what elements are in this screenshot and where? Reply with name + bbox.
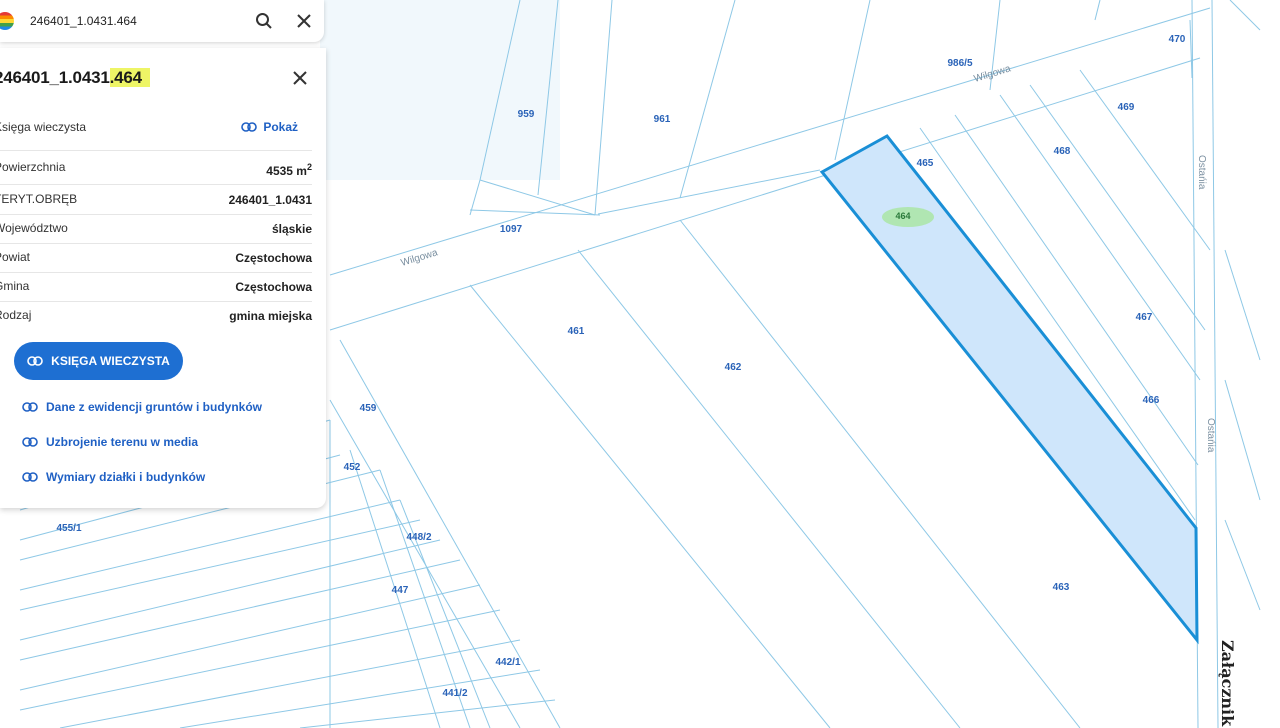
row-voivodeship: Województwo śląskie bbox=[0, 214, 312, 244]
row-type: Rodzaj gmina miejska bbox=[0, 301, 312, 330]
row-label: Rodzaj bbox=[0, 308, 32, 322]
row-value: Częstochowa bbox=[235, 280, 312, 294]
parcel-label-441-2: 441/2 bbox=[442, 688, 467, 699]
link-icon bbox=[22, 472, 38, 482]
parcel-label-986-5: 986/5 bbox=[947, 58, 972, 69]
selected-parcel-464[interactable] bbox=[819, 134, 1199, 645]
close-icon bbox=[293, 71, 307, 85]
link-icon bbox=[241, 122, 258, 132]
row-label: Województwo bbox=[0, 221, 68, 235]
row-teryt: TERYT.OBRĘB 246401_1.0431 bbox=[0, 184, 312, 215]
close-icon bbox=[297, 14, 311, 28]
parcel-label-961: 961 bbox=[654, 114, 671, 125]
search-bar: 246401_1.0431.464 bbox=[0, 0, 324, 42]
parcel-label-468: 468 bbox=[1054, 146, 1071, 157]
parcel-label-464: 464 bbox=[895, 211, 910, 221]
clear-search-button[interactable] bbox=[284, 0, 324, 42]
street-label: Ostańia bbox=[1205, 418, 1216, 453]
parcel-label-465: 465 bbox=[917, 158, 934, 169]
parcel-label-459: 459 bbox=[360, 403, 377, 414]
parcel-label-452: 452 bbox=[344, 462, 361, 473]
area-unit-exponent: 2 bbox=[306, 162, 312, 172]
row-label: Gmina bbox=[0, 279, 30, 293]
row-land-register: Księga wieczysta Pokaż bbox=[0, 104, 312, 151]
parcel-label-442-1: 442/1 bbox=[495, 657, 520, 668]
panel-header: 246401_1.0431.464 bbox=[0, 48, 326, 104]
parcel-label-462: 462 bbox=[725, 362, 742, 373]
map-background-wash bbox=[320, 0, 560, 180]
parcel-id-title: 246401_1.0431.464 bbox=[0, 68, 150, 88]
link-icon bbox=[22, 437, 38, 447]
row-value: 4535 m2 bbox=[266, 162, 312, 178]
parcel-label-447: 447 bbox=[392, 585, 409, 596]
row-label: TERYT.OBRĘB bbox=[0, 192, 78, 206]
row-label: Powierzchnia bbox=[0, 160, 66, 174]
street-label: Ostańia bbox=[1196, 155, 1207, 190]
parcel-label-455-1: 455/1 bbox=[56, 523, 81, 534]
search-input[interactable]: 246401_1.0431.464 bbox=[24, 14, 244, 28]
link-utilities[interactable]: Uzbrojenie terenu w media bbox=[22, 435, 198, 449]
parcel-label-448-2: 448/2 bbox=[406, 532, 431, 543]
app-logo-icon bbox=[0, 12, 14, 30]
row-label: Księga wieczysta bbox=[0, 120, 87, 134]
parcel-id-prefix: 246401_1.0431 bbox=[0, 68, 110, 87]
search-icon bbox=[256, 13, 272, 29]
land-register-button[interactable]: KSIĘGA WIECZYSTA bbox=[14, 342, 183, 380]
close-panel-button[interactable] bbox=[286, 64, 314, 92]
parcel-label-461: 461 bbox=[568, 326, 585, 337]
parcel-label-469: 469 bbox=[1118, 102, 1135, 113]
row-value: Częstochowa bbox=[235, 251, 312, 265]
attachment-stamp: Załącznik nr bbox=[1218, 640, 1237, 728]
link-land-records[interactable]: Dane z ewidencji gruntów i budynków bbox=[22, 400, 262, 414]
land-register-button-label: KSIĘGA WIECZYSTA bbox=[51, 354, 170, 368]
link-label: Dane z ewidencji gruntów i budynków bbox=[46, 400, 263, 414]
parcel-label-1097: 1097 bbox=[500, 224, 523, 235]
parcel-label-959: 959 bbox=[518, 109, 535, 120]
link-dimensions[interactable]: Wymiary działki i budynków bbox=[22, 470, 205, 484]
row-value: 246401_1.0431 bbox=[228, 193, 312, 207]
row-area: Powierzchnia 4535 m2 bbox=[0, 150, 312, 185]
row-value: gmina miejska bbox=[229, 309, 312, 323]
row-commune: Gmina Częstochowa bbox=[0, 272, 312, 302]
area-value: 4535 m bbox=[266, 164, 307, 178]
parcel-id-highlight: .464 bbox=[109, 68, 150, 87]
parcel-label-463: 463 bbox=[1053, 582, 1070, 593]
link-icon bbox=[22, 402, 38, 412]
search-button[interactable] bbox=[244, 0, 284, 42]
street-label: Wilgowa bbox=[400, 247, 440, 269]
parcel-info-panel: 246401_1.0431.464 Księga wieczysta Pokaż… bbox=[0, 48, 326, 508]
link-label: Uzbrojenie terenu w media bbox=[46, 435, 199, 449]
row-value: śląskie bbox=[271, 222, 312, 236]
show-label: Pokaż bbox=[263, 120, 298, 134]
row-label: Powiat bbox=[0, 250, 31, 264]
show-land-register-link[interactable]: Pokaż bbox=[241, 120, 298, 134]
link-label: Wymiary działki i budynków bbox=[46, 470, 206, 484]
link-icon bbox=[27, 356, 43, 366]
row-county: Powiat Częstochowa bbox=[0, 243, 312, 273]
parcel-label-470: 470 bbox=[1169, 34, 1186, 45]
parcel-label-467: 467 bbox=[1136, 312, 1153, 323]
parcel-label-466: 466 bbox=[1143, 395, 1160, 406]
